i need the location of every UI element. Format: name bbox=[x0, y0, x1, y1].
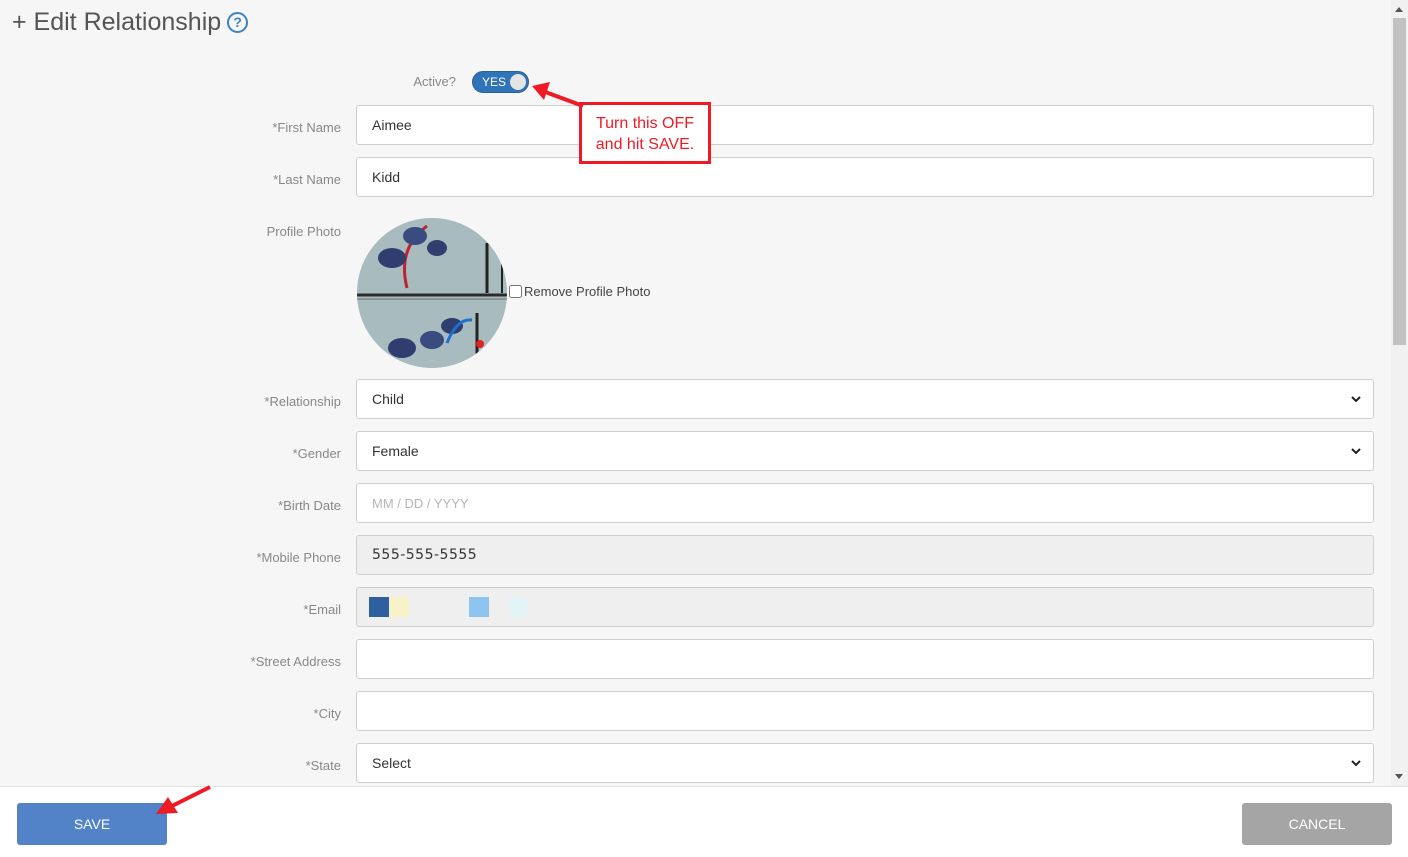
cancel-button[interactable]: CANCEL bbox=[1242, 803, 1392, 845]
state-value: Select bbox=[372, 755, 411, 771]
email-redacted-block bbox=[469, 597, 489, 617]
relationship-value: Child bbox=[372, 391, 404, 407]
birth-date-field[interactable]: MM / DD / YYYY bbox=[356, 483, 1374, 523]
remove-photo-option[interactable]: Remove Profile Photo bbox=[509, 284, 650, 299]
relationship-select[interactable]: Child bbox=[356, 379, 1374, 419]
city-field[interactable] bbox=[356, 691, 1374, 731]
mobile-phone-label: *Mobile Phone bbox=[256, 550, 341, 565]
annotation-callout: Turn this OFF and hit SAVE. bbox=[579, 102, 711, 164]
toggle-knob bbox=[510, 74, 526, 90]
birth-date-placeholder: MM / DD / YYYY bbox=[372, 495, 469, 511]
scrollbar-thumb[interactable] bbox=[1393, 18, 1406, 345]
active-toggle-text: YES bbox=[482, 75, 507, 89]
mobile-phone-field: 555-555-5555 bbox=[356, 535, 1374, 575]
state-label: *State bbox=[305, 758, 341, 773]
scroll-down-icon[interactable] bbox=[1395, 774, 1403, 779]
street-address-label: *Street Address bbox=[250, 654, 341, 669]
profile-photo-image bbox=[357, 218, 507, 368]
city-label: *City bbox=[313, 706, 341, 721]
email-redacted-block bbox=[389, 597, 409, 617]
chevron-down-icon bbox=[1351, 396, 1361, 403]
email-redacted-gap bbox=[489, 597, 509, 617]
last-name-field[interactable]: Kidd bbox=[356, 157, 1374, 197]
email-field bbox=[356, 587, 1374, 627]
save-arrow-icon bbox=[156, 785, 211, 814]
gender-select[interactable]: Female bbox=[356, 431, 1374, 471]
help-icon[interactable]: ? bbox=[227, 12, 249, 33]
page-title: + Edit Relationship ? bbox=[12, 8, 249, 37]
first-name-label: *First Name bbox=[272, 120, 341, 135]
annotation-line-2: and hit SAVE. bbox=[595, 136, 695, 153]
last-name-value: Kidd bbox=[372, 169, 401, 185]
annotation-arrow-icon bbox=[532, 82, 584, 108]
scrollbar[interactable] bbox=[1391, 0, 1408, 786]
chevron-down-icon bbox=[1351, 448, 1361, 455]
last-name-label: *Last Name bbox=[273, 172, 341, 187]
profile-photo-label: Profile Photo bbox=[266, 224, 341, 239]
edit-relationship-page: + Edit Relationship ? Active? YES *First… bbox=[0, 0, 1408, 857]
remove-photo-label: Remove Profile Photo bbox=[524, 284, 651, 299]
email-label: *Email bbox=[303, 602, 341, 617]
relationship-label: *Relationship bbox=[264, 394, 341, 409]
active-toggle[interactable]: YES bbox=[472, 71, 529, 93]
street-address-field[interactable] bbox=[356, 639, 1374, 679]
state-select[interactable]: Select bbox=[356, 743, 1374, 783]
annotation-line-1: Turn this OFF bbox=[595, 115, 695, 132]
scroll-up-icon[interactable] bbox=[1395, 7, 1403, 12]
remove-photo-checkbox[interactable] bbox=[509, 285, 522, 298]
save-button[interactable]: SAVE bbox=[17, 803, 167, 845]
email-redacted-gap bbox=[409, 597, 469, 617]
birth-date-label: *Birth Date bbox=[278, 498, 341, 513]
page-title-text: + Edit Relationship bbox=[12, 8, 222, 36]
first-name-value: Aimee bbox=[372, 117, 412, 133]
gender-label: *Gender bbox=[292, 446, 341, 461]
profile-photo bbox=[357, 218, 507, 368]
gender-value: Female bbox=[372, 443, 419, 459]
email-redacted-block bbox=[369, 597, 389, 617]
email-redacted-block bbox=[509, 597, 527, 617]
chevron-down-icon bbox=[1351, 760, 1361, 767]
first-name-field[interactable]: Aimee bbox=[356, 105, 1374, 145]
mobile-phone-value: 555-555-5555 bbox=[372, 547, 478, 563]
active-label: Active? bbox=[413, 74, 456, 89]
